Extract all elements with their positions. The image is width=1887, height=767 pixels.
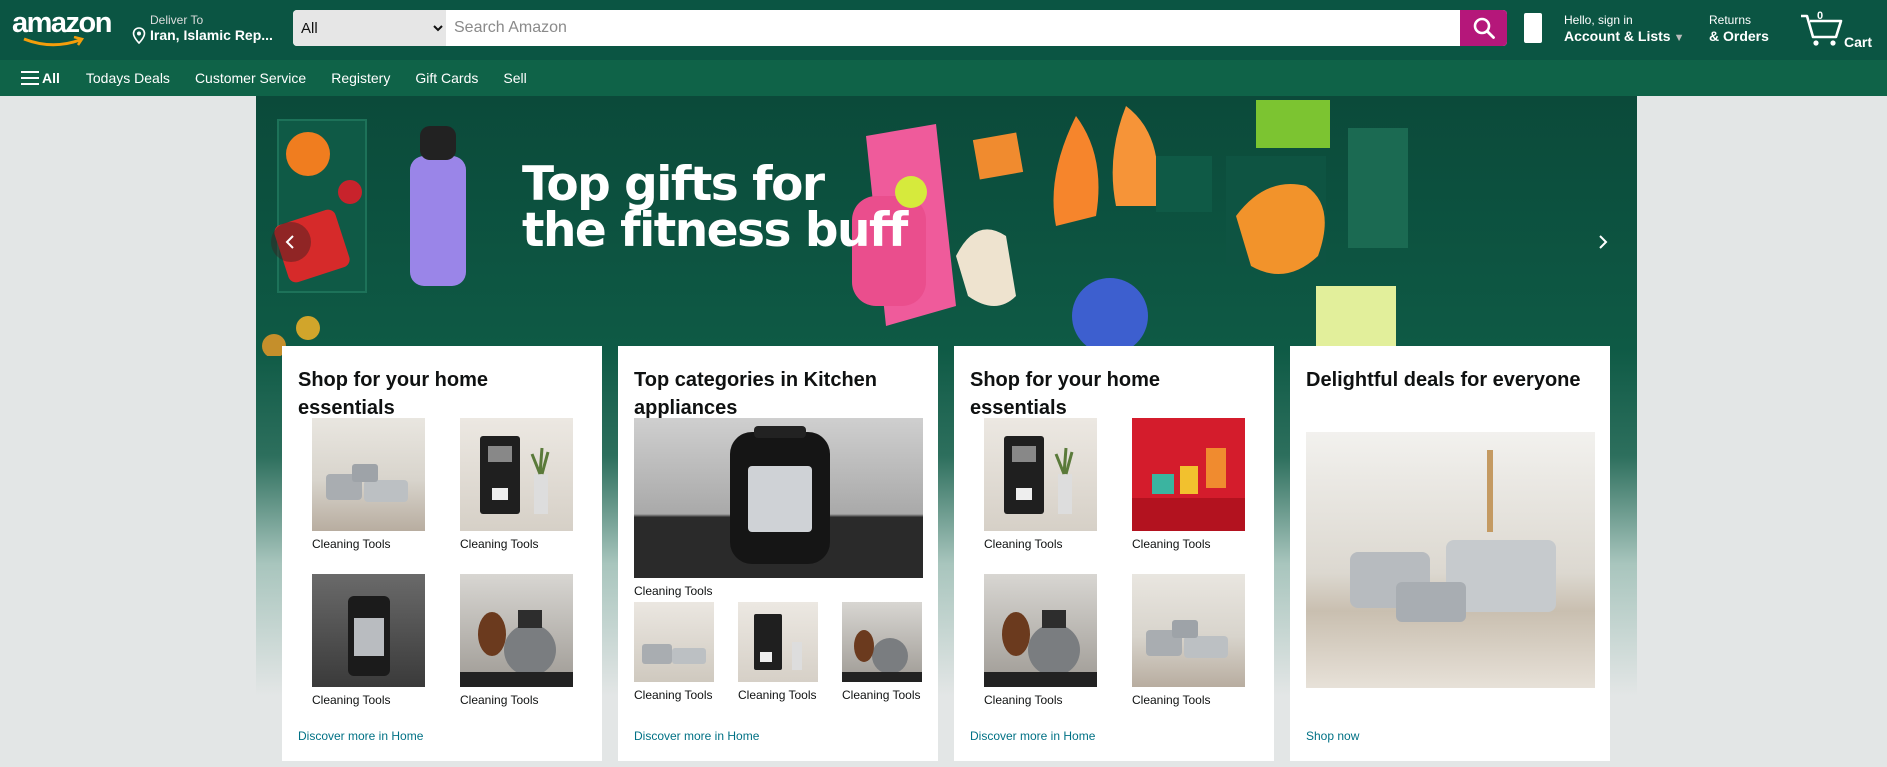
cookware-image bbox=[312, 418, 425, 531]
card-title: Shop for your home essentials bbox=[970, 369, 1160, 419]
card-title: Shop for your home essentials bbox=[298, 369, 488, 419]
search-button[interactable] bbox=[1460, 10, 1507, 46]
deliver-label: Deliver To bbox=[150, 13, 204, 27]
returns-label: Returns bbox=[1709, 13, 1752, 27]
kettle-image bbox=[842, 602, 922, 682]
card-item[interactable]: Cleaning Tools bbox=[312, 418, 425, 551]
nav-item-customer-service[interactable]: Customer Service bbox=[195, 70, 306, 86]
card-item[interactable]: Cleaning Tools bbox=[460, 574, 573, 707]
card-item[interactable]: Cleaning Tools bbox=[460, 418, 573, 551]
search-category-select[interactable]: All bbox=[293, 10, 446, 46]
main-content: Top gifts for the fitness buff Shop for … bbox=[256, 96, 1637, 767]
cookware-image bbox=[1132, 574, 1245, 687]
discover-more-link[interactable]: Discover more in Home bbox=[298, 729, 423, 743]
kettle-image bbox=[984, 574, 1097, 687]
gifts-image bbox=[1132, 418, 1245, 531]
nav-item-sell[interactable]: Sell bbox=[503, 70, 526, 86]
card-item-caption: Cleaning Tools bbox=[842, 688, 921, 702]
card-delightful-deals: Delightful deals for everyone Shop now bbox=[1290, 346, 1610, 761]
smile-arrow-icon bbox=[23, 36, 85, 47]
nav-bar: All Todays Deals Customer Service Regist… bbox=[0, 60, 1887, 96]
card-item-caption: Cleaning Tools bbox=[1132, 693, 1211, 707]
card-item[interactable]: Cleaning Tools bbox=[312, 574, 425, 707]
hero-headline-line1: Top gifts for bbox=[522, 157, 825, 212]
search-icon bbox=[1473, 17, 1495, 39]
card-home-essentials: Shop for your home essentials Cleaning T… bbox=[282, 346, 602, 761]
nav-item-todays-deals[interactable]: Todays Deals bbox=[86, 70, 170, 86]
cart-button[interactable]: 0 Cart bbox=[1800, 10, 1880, 52]
nav-all-menu[interactable]: All bbox=[21, 70, 60, 86]
card-item-caption: Cleaning Tools bbox=[738, 688, 817, 702]
chevron-left-icon bbox=[285, 235, 294, 249]
cart-count: 0 bbox=[1816, 10, 1824, 22]
language-flag-icon[interactable] bbox=[1524, 13, 1542, 43]
nav-all-label: All bbox=[42, 70, 60, 86]
cart-label: Cart bbox=[1844, 34, 1873, 50]
card-kitchen-appliances: Top categories in Kitchen appliances Cle… bbox=[618, 346, 938, 761]
card-item-caption: Cleaning Tools bbox=[984, 537, 1063, 551]
coffee-machine-image bbox=[738, 602, 818, 682]
cookware-image bbox=[634, 602, 714, 682]
hero-headline-line2: the fitness buff bbox=[522, 203, 908, 258]
card-item[interactable]: Cleaning Tools bbox=[984, 418, 1097, 551]
card-item-caption: Cleaning Tools bbox=[634, 688, 713, 702]
deliver-location: Iran, Islamic Rep... bbox=[150, 27, 273, 43]
account-lists[interactable]: Hello, sign in Account & Lists ▼ bbox=[1564, 13, 1684, 44]
card-item-caption: Cleaning Tools bbox=[460, 693, 539, 707]
coffee-machine-image bbox=[984, 418, 1097, 531]
hero-gift-artwork bbox=[262, 100, 1408, 356]
carousel-prev-button[interactable] bbox=[271, 222, 311, 262]
card-home-essentials: Shop for your home essentials Cleaning T… bbox=[954, 346, 1274, 761]
card-item[interactable]: Cleaning Tools bbox=[634, 602, 714, 702]
caret-down-icon: ▼ bbox=[1673, 32, 1685, 44]
card-item[interactable]: Cleaning Tools bbox=[1132, 574, 1245, 707]
coffee-machine-image bbox=[460, 418, 573, 531]
card-item[interactable]: Cleaning Tools bbox=[1132, 418, 1245, 551]
card-item-caption: Cleaning Tools bbox=[312, 693, 391, 707]
hero-headline[interactable]: Top gifts for the fitness buff bbox=[522, 157, 908, 258]
shop-now-link[interactable]: Shop now bbox=[1306, 729, 1359, 743]
deals-cookware-image[interactable] bbox=[1306, 432, 1595, 688]
amazon-logo[interactable]: amazon bbox=[12, 7, 112, 48]
orders-label: & Orders bbox=[1709, 28, 1769, 44]
card-item[interactable]: Cleaning Tools bbox=[842, 602, 922, 702]
card-item-caption: Cleaning Tools bbox=[1132, 537, 1211, 551]
returns-orders[interactable]: Returns & Orders bbox=[1709, 13, 1769, 44]
card-item-caption: Cleaning Tools bbox=[312, 537, 391, 551]
pressure-cooker-hero-image[interactable] bbox=[634, 418, 923, 578]
card-item[interactable]: Cleaning Tools bbox=[738, 602, 818, 702]
account-lists-label: Account & Lists bbox=[1564, 28, 1671, 44]
card-title: Delightful deals for everyone bbox=[1306, 369, 1581, 391]
card-item-caption: Cleaning Tools bbox=[984, 693, 1063, 707]
hamburger-menu-icon bbox=[21, 71, 39, 85]
location-pin-icon bbox=[132, 27, 146, 44]
search-input[interactable] bbox=[446, 10, 1460, 46]
logo-wordmark: amazon bbox=[12, 7, 112, 39]
kettle-image bbox=[460, 574, 573, 687]
discover-more-link[interactable]: Discover more in Home bbox=[634, 729, 759, 743]
discover-more-link[interactable]: Discover more in Home bbox=[970, 729, 1095, 743]
card-title: Top categories in Kitchen appliances bbox=[634, 369, 877, 419]
search-bar: All bbox=[293, 10, 1507, 46]
pressure-cooker-image bbox=[312, 574, 425, 687]
carousel-next-button[interactable] bbox=[1582, 222, 1622, 262]
nav-item-gift-cards[interactable]: Gift Cards bbox=[415, 70, 478, 86]
chevron-right-icon bbox=[1599, 235, 1608, 249]
card-item[interactable]: Cleaning Tools bbox=[984, 574, 1097, 707]
card-main-caption: Cleaning Tools bbox=[634, 584, 713, 598]
top-header: amazon Deliver To Iran, Islamic Rep... A… bbox=[0, 0, 1887, 60]
nav-item-registry[interactable]: Registery bbox=[331, 70, 390, 86]
account-greeting: Hello, sign in bbox=[1564, 13, 1633, 27]
card-item-caption: Cleaning Tools bbox=[460, 537, 539, 551]
